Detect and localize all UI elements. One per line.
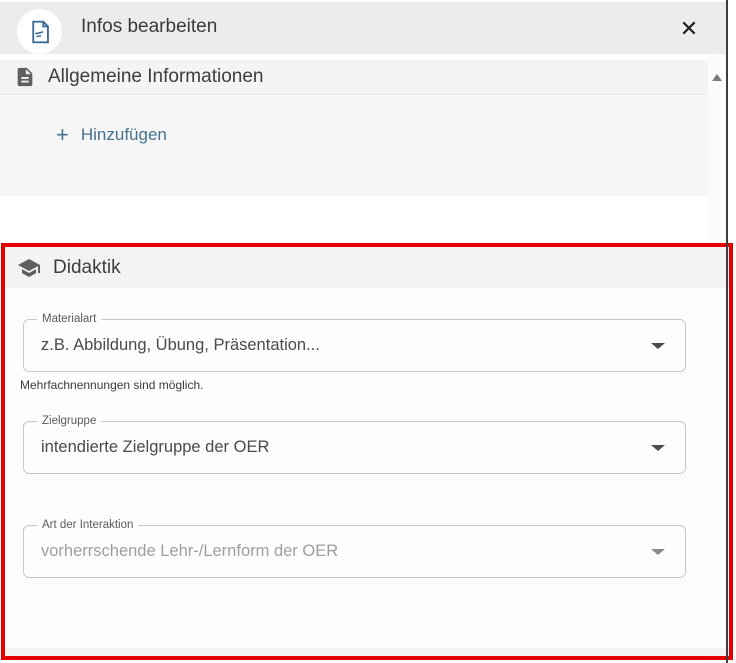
scroll-up-arrow-icon[interactable] (712, 74, 722, 81)
close-icon[interactable]: ✕ (674, 14, 704, 44)
dropdown-arrow-icon (651, 549, 665, 555)
dialog-right-border (726, 0, 728, 663)
dialog-title: Infos bearbeiten (81, 16, 217, 38)
section-header-didactics: Didaktik (5, 247, 729, 288)
add-button[interactable]: + Hinzufügen (56, 125, 167, 145)
graduation-cap-icon (15, 256, 43, 280)
section-title: Allgemeine Informationen (48, 66, 263, 88)
section-header-general-information: Allgemeine Informationen (0, 60, 708, 95)
section-title: Didaktik (53, 257, 121, 279)
dialog-header: Infos bearbeiten ✕ (0, 2, 726, 54)
next-section-edge (5, 648, 729, 656)
dropdown-arrow-icon (651, 343, 665, 349)
edit-infos-dialog: Infos bearbeiten ✕ Allgemeine Informatio… (0, 0, 736, 663)
dropdown-arrow-icon (651, 445, 665, 451)
field-placeholder: intendierte Zielgruppe der OER (41, 422, 269, 473)
section-body-general-information: + Hinzufügen (0, 96, 708, 196)
plus-icon: + (56, 125, 69, 145)
field-placeholder: vorherrschende Lehr-/Lernform der OER (41, 526, 338, 577)
material-type-helper-text: Mehrfachnennungen sind möglich. (20, 378, 203, 392)
add-button-label: Hinzufügen (81, 125, 167, 145)
field-placeholder: z.B. Abbildung, Übung, Präsentation... (41, 320, 320, 371)
target-group-select[interactable]: Zielgruppe intendierte Zielgruppe der OE… (23, 421, 686, 474)
edit-document-icon (17, 9, 62, 54)
material-type-select[interactable]: Materialart z.B. Abbildung, Übung, Präse… (23, 319, 686, 372)
document-icon (14, 65, 36, 89)
didactics-section-highlight: Didaktik Materialart z.B. Abbildung, Übu… (1, 243, 733, 660)
interaction-type-select[interactable]: Art der Interaktion vorherrschende Lehr-… (23, 525, 686, 578)
